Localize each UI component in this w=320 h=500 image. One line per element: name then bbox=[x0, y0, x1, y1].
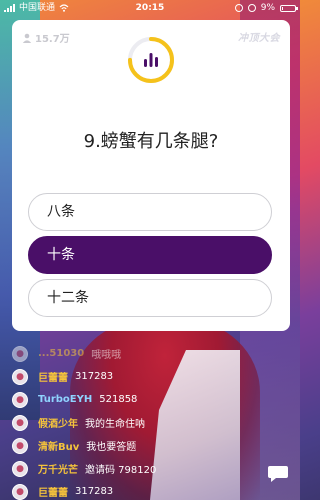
avatar: ● bbox=[12, 414, 28, 431]
chat-bubble-icon bbox=[268, 466, 288, 482]
comment-text: 317283 bbox=[75, 486, 114, 497]
timer-bars-icon bbox=[128, 37, 174, 83]
person-icon bbox=[22, 33, 32, 43]
comment-text: 哦哦哦 bbox=[91, 350, 122, 361]
avatar: ● bbox=[12, 345, 28, 362]
status-bar: 中国联通 20:15 9% bbox=[0, 0, 300, 16]
comment-author: TurboEYH bbox=[38, 394, 93, 405]
answer-option-3[interactable]: 十二条 bbox=[28, 279, 272, 317]
brand-logo: 冲顶大会 bbox=[238, 33, 280, 44]
comment-text: 521858 bbox=[99, 394, 138, 405]
avatar: ● bbox=[12, 460, 28, 477]
comment-row: ● 万千光芒 邀请码 798120 bbox=[12, 457, 252, 480]
comment-author: 万千光芒 bbox=[38, 465, 78, 476]
comment-author: ...51030 bbox=[38, 348, 85, 359]
avatar: ● bbox=[12, 483, 28, 500]
status-right: 9% bbox=[234, 0, 298, 16]
comment-text: 邀请码 798120 bbox=[85, 465, 157, 476]
alarm-icon bbox=[247, 4, 256, 12]
comment-text: 317283 bbox=[75, 371, 114, 382]
comment-text: 我的生命住呐 bbox=[85, 419, 145, 430]
orientation-lock-icon bbox=[234, 4, 243, 12]
viewer-count: 15.7万 bbox=[22, 30, 70, 45]
battery-icon bbox=[280, 4, 298, 12]
comment-row: ● TurboEYH 521858 bbox=[12, 388, 252, 411]
comment-row: ● 巨蕾蕾 317283 bbox=[12, 480, 252, 500]
countdown-timer bbox=[126, 35, 176, 85]
comment-text: 我也要答题 bbox=[86, 442, 137, 453]
chat-button[interactable] bbox=[264, 460, 292, 488]
avatar: ● bbox=[12, 437, 28, 454]
comment-row: ● 清新Buv 我也要答题 bbox=[12, 434, 252, 457]
comment-author: 清新Buv bbox=[38, 442, 80, 453]
question-card: 15.7万 冲顶大会 9.螃蟹有几条腿? 八条 十条 十二条 bbox=[12, 20, 290, 331]
comment-row: ● 巨蕾蕾 317283 bbox=[12, 365, 252, 388]
answer-option-2[interactable]: 十条 bbox=[28, 236, 272, 274]
comment-row: ● 假酒少年 我的生命住呐 bbox=[12, 411, 252, 434]
battery-percent: 9% bbox=[260, 3, 275, 13]
viewer-count-value: 15.7万 bbox=[35, 34, 70, 45]
comment-author: 巨蕾蕾 bbox=[38, 488, 68, 499]
comment-author: 巨蕾蕾 bbox=[38, 373, 68, 384]
avatar: ● bbox=[12, 391, 28, 408]
comment-author: 假酒少年 bbox=[38, 419, 78, 430]
comment-feed: ● ...51030 哦哦哦 ● 巨蕾蕾 317283 ● TurboEYH 5… bbox=[12, 342, 252, 500]
avatar: ● bbox=[12, 368, 28, 385]
question-text: 9.螃蟹有几条腿? bbox=[83, 131, 219, 152]
answer-option-1[interactable]: 八条 bbox=[28, 193, 272, 231]
comment-row: ● ...51030 哦哦哦 bbox=[12, 342, 252, 365]
